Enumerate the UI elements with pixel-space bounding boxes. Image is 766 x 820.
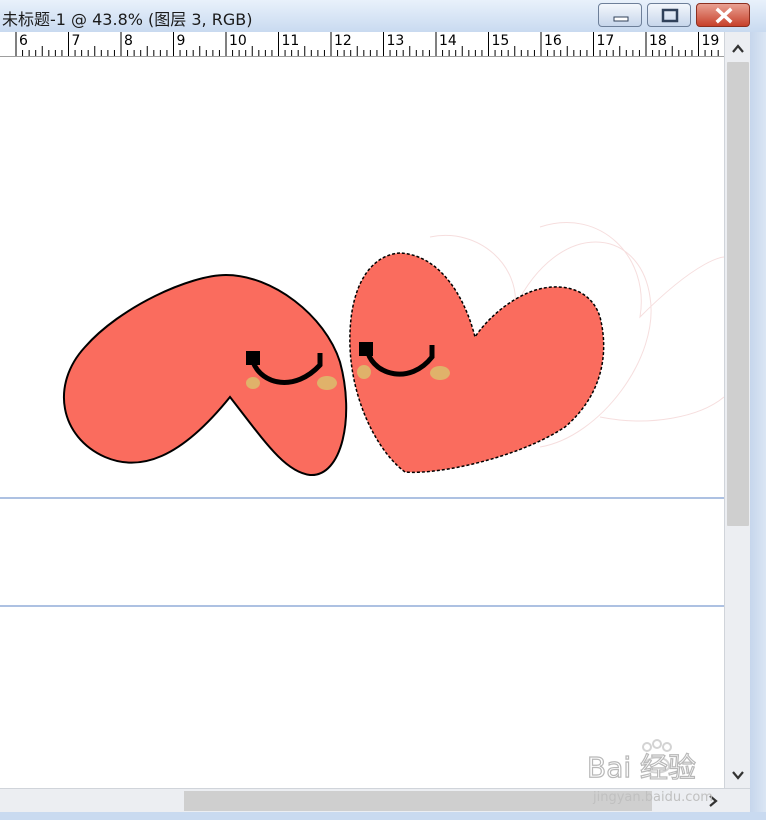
- vertical-scrollbar[interactable]: [724, 32, 751, 788]
- ruler-label: 12: [334, 33, 352, 49]
- chevron-up-icon: [732, 44, 744, 53]
- horizontal-scroll-thumb[interactable]: [184, 791, 652, 811]
- ruler-label: 18: [649, 33, 667, 49]
- close-button[interactable]: [696, 3, 750, 27]
- right-heart-cheek-right: [430, 366, 450, 380]
- ruler-label: 9: [177, 33, 186, 49]
- window-bottom-frame: [0, 812, 766, 820]
- minimize-icon: [613, 16, 629, 22]
- ruler-label: 19: [702, 33, 720, 49]
- window-title: 未标题-1 @ 43.8% (图层 3, RGB): [2, 10, 253, 29]
- horizontal-ruler[interactable]: 6 7 8 9 10 11 12 13 14 15 16 17 18 19: [0, 32, 724, 57]
- ruler-label: 13: [387, 33, 405, 49]
- window-titlebar[interactable]: 未标题-1 @ 43.8% (图层 3, RGB): [0, 0, 766, 33]
- ruler-label: 14: [439, 33, 457, 49]
- ruler-label: 15: [492, 33, 510, 49]
- ruler-label: 17: [597, 33, 615, 49]
- left-heart: [63, 273, 348, 477]
- watermark-url: jingyan.baidu.com: [592, 790, 713, 805]
- ruler-label: 16: [544, 33, 562, 49]
- close-icon: [715, 7, 733, 24]
- restore-button[interactable]: [647, 3, 691, 27]
- right-heart: [349, 252, 605, 474]
- vertical-scroll-thumb[interactable]: [727, 62, 749, 526]
- scroll-up-button[interactable]: [725, 36, 751, 60]
- artwork: [0, 222, 724, 607]
- ruler-ticks: 6 7 8 9 10 11 12 13 14 15 16 17 18 19: [15, 32, 720, 56]
- ruler-label: 8: [124, 33, 133, 49]
- watermark-brand: Bai 经验: [587, 751, 696, 784]
- ruler-label: 7: [72, 33, 81, 49]
- right-heart-cheek-left: [357, 365, 371, 379]
- restore-icon: [661, 8, 679, 23]
- window-right-frame: [750, 32, 766, 820]
- left-heart-cheek-left: [246, 377, 260, 389]
- ruler-label: 6: [19, 33, 28, 49]
- ruler-label: 11: [282, 33, 300, 49]
- left-heart-cheek-right: [317, 376, 337, 390]
- document-canvas[interactable]: [0, 57, 724, 788]
- ruler-label: 10: [229, 33, 247, 49]
- baidu-watermark: Bai 经验 jingyan.baidu.com: [586, 739, 713, 805]
- minimize-button[interactable]: [598, 3, 642, 27]
